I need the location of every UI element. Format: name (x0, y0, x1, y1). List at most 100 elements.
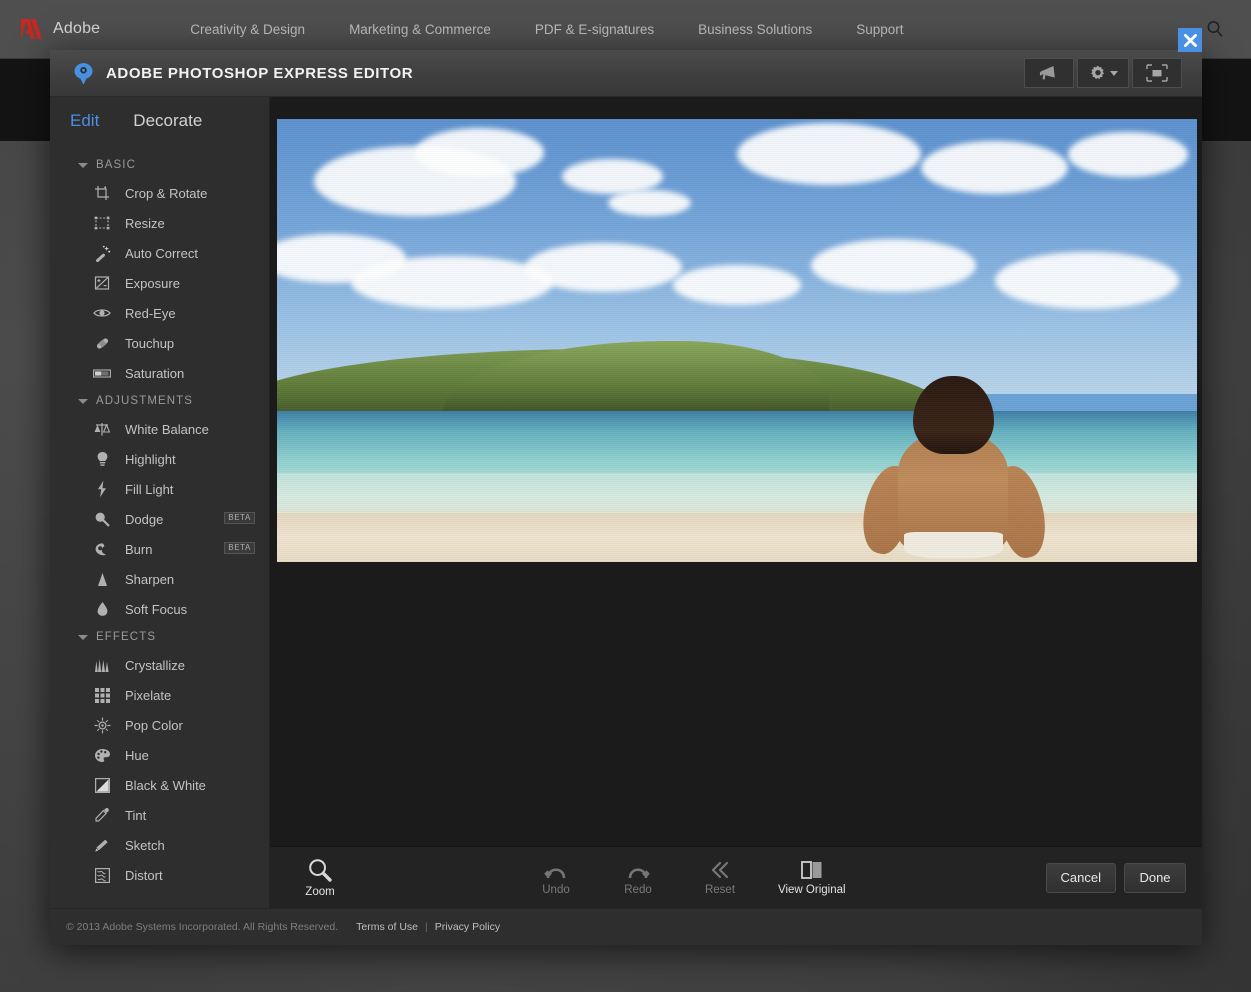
tool-item-tint[interactable]: Tint (50, 800, 269, 830)
sharpen-triangle-icon (92, 569, 112, 589)
photoshop-express-editor-dialog: ADOBE PHOTOSHOP EXPRESS EDITOR (50, 50, 1202, 945)
section-title-basic: BASIC (96, 159, 136, 171)
tool-label: Dodge (125, 512, 163, 527)
section-title-adjustments: ADJUSTMENTS (96, 395, 193, 407)
chevron-down-icon (78, 163, 88, 168)
done-button[interactable]: Done (1124, 863, 1186, 893)
tool-item-white-balance[interactable]: White Balance (50, 414, 269, 444)
tool-item-pop-color[interactable]: Pop Color (50, 710, 269, 740)
tool-sections: BASIC Crop & Rotate (50, 145, 269, 908)
pixelate-grid-icon (92, 685, 112, 705)
tool-item-touchup[interactable]: Touchup (50, 328, 269, 358)
tool-label: Pixelate (125, 688, 171, 703)
copyright-text: © 2013 Adobe Systems Incorporated. All R… (66, 921, 338, 933)
tool-label: Soft Focus (125, 602, 187, 617)
redo-arrow-icon (625, 859, 651, 881)
chevron-down-icon (78, 635, 88, 640)
tool-item-crystallize[interactable]: Crystallize (50, 650, 269, 680)
tool-item-pixelate[interactable]: Pixelate (50, 680, 269, 710)
tool-item-resize[interactable]: Resize (50, 208, 269, 238)
zoom-button[interactable]: Zoom (296, 857, 344, 898)
search-icon[interactable] (1206, 20, 1224, 43)
tool-item-red-eye[interactable]: Red-Eye (50, 298, 269, 328)
close-dialog-button[interactable] (1178, 28, 1202, 52)
droplet-icon (92, 599, 112, 619)
tool-label: Pop Color (125, 718, 183, 733)
tool-item-soft-focus[interactable]: Soft Focus (50, 594, 269, 624)
adobe-brand[interactable]: Adobe (20, 18, 100, 40)
section-header-effects[interactable]: EFFECTS (50, 624, 269, 650)
settings-gear-button[interactable] (1077, 58, 1129, 88)
chevron-down-icon (78, 399, 88, 404)
beta-badge: BETA (224, 512, 255, 524)
tool-item-exposure[interactable]: Exposure (50, 268, 269, 298)
resize-icon (92, 213, 112, 233)
tool-item-burn[interactable]: Burn BETA (50, 534, 269, 564)
tool-label: Black & White (125, 778, 206, 793)
tool-item-black-white[interactable]: Black & White (50, 770, 269, 800)
tool-label: Auto Correct (125, 246, 198, 261)
fullscreen-button[interactable] (1132, 58, 1182, 88)
tool-item-hue[interactable]: Hue (50, 740, 269, 770)
view-original-icon (799, 859, 825, 881)
terms-of-use-link[interactable]: Terms of Use (356, 921, 418, 933)
tool-item-sharpen[interactable]: Sharpen (50, 564, 269, 594)
redo-button[interactable]: Redo (614, 859, 662, 896)
reset-label: Reset (705, 884, 735, 896)
tool-label: Exposure (125, 276, 180, 291)
pop-color-target-icon (92, 715, 112, 735)
cancel-button[interactable]: Cancel (1046, 863, 1116, 893)
tool-label: Sketch (125, 838, 165, 853)
nav-link-business-solutions[interactable]: Business Solutions (676, 22, 834, 37)
tool-label: Distort (125, 868, 163, 883)
nav-link-marketing-commerce[interactable]: Marketing & Commerce (327, 22, 513, 37)
nav-link-creativity-design[interactable]: Creativity & Design (168, 22, 327, 37)
adobe-a-logo-icon (20, 18, 44, 40)
view-original-button[interactable]: View Original (778, 859, 846, 896)
canvas-area[interactable] (270, 97, 1202, 846)
edited-photo[interactable] (277, 119, 1197, 562)
tool-item-auto-correct[interactable]: Auto Correct (50, 238, 269, 268)
magic-wand-icon (92, 243, 112, 263)
pencil-icon (92, 835, 112, 855)
undo-arrow-icon (543, 859, 569, 881)
section-header-adjustments[interactable]: ADJUSTMENTS (50, 388, 269, 414)
crop-icon (92, 183, 112, 203)
undo-label: Undo (542, 884, 570, 896)
saturation-icon (92, 363, 112, 383)
tool-item-crop-rotate[interactable]: Crop & Rotate (50, 178, 269, 208)
editor-bottom-toolbar: Zoom Undo (270, 846, 1202, 908)
dodge-icon (92, 509, 112, 529)
footer-separator: | (425, 921, 428, 933)
feedback-megaphone-button[interactable] (1024, 58, 1074, 88)
tool-item-fill-light[interactable]: Fill Light (50, 474, 269, 504)
tool-item-saturation[interactable]: Saturation (50, 358, 269, 388)
lightning-bolt-icon (92, 479, 112, 499)
dialog-actions: Cancel Done (1046, 863, 1186, 893)
tab-edit[interactable]: Edit (70, 111, 133, 131)
nav-link-support[interactable]: Support (834, 22, 925, 37)
reset-button[interactable]: Reset (696, 859, 744, 896)
adobe-nav-links: Creativity & Design Marketing & Commerce… (168, 22, 925, 37)
tool-item-dodge[interactable]: Dodge BETA (50, 504, 269, 534)
titlebar-tools (1024, 58, 1182, 88)
sidebar-tabs: Edit Decorate (50, 97, 269, 145)
editor-body: Edit Decorate BASIC (50, 97, 1202, 908)
tool-item-distort[interactable]: Distort (50, 860, 269, 890)
tool-label: Burn (125, 542, 152, 557)
tool-label: Highlight (125, 452, 176, 467)
tab-decorate[interactable]: Decorate (133, 111, 236, 131)
undo-button[interactable]: Undo (532, 859, 580, 896)
gear-icon (1089, 64, 1107, 82)
black-white-square-icon (92, 775, 112, 795)
reset-chevrons-icon (709, 859, 731, 881)
tool-label: Resize (125, 216, 165, 231)
tool-item-sketch[interactable]: Sketch (50, 830, 269, 860)
privacy-policy-link[interactable]: Privacy Policy (435, 921, 500, 933)
tool-item-highlight[interactable]: Highlight (50, 444, 269, 474)
section-header-basic[interactable]: BASIC (50, 152, 269, 178)
megaphone-icon (1038, 64, 1060, 82)
tool-label: White Balance (125, 422, 209, 437)
nav-link-pdf-esignatures[interactable]: PDF & E-signatures (513, 22, 676, 37)
beta-badge: BETA (224, 542, 255, 554)
